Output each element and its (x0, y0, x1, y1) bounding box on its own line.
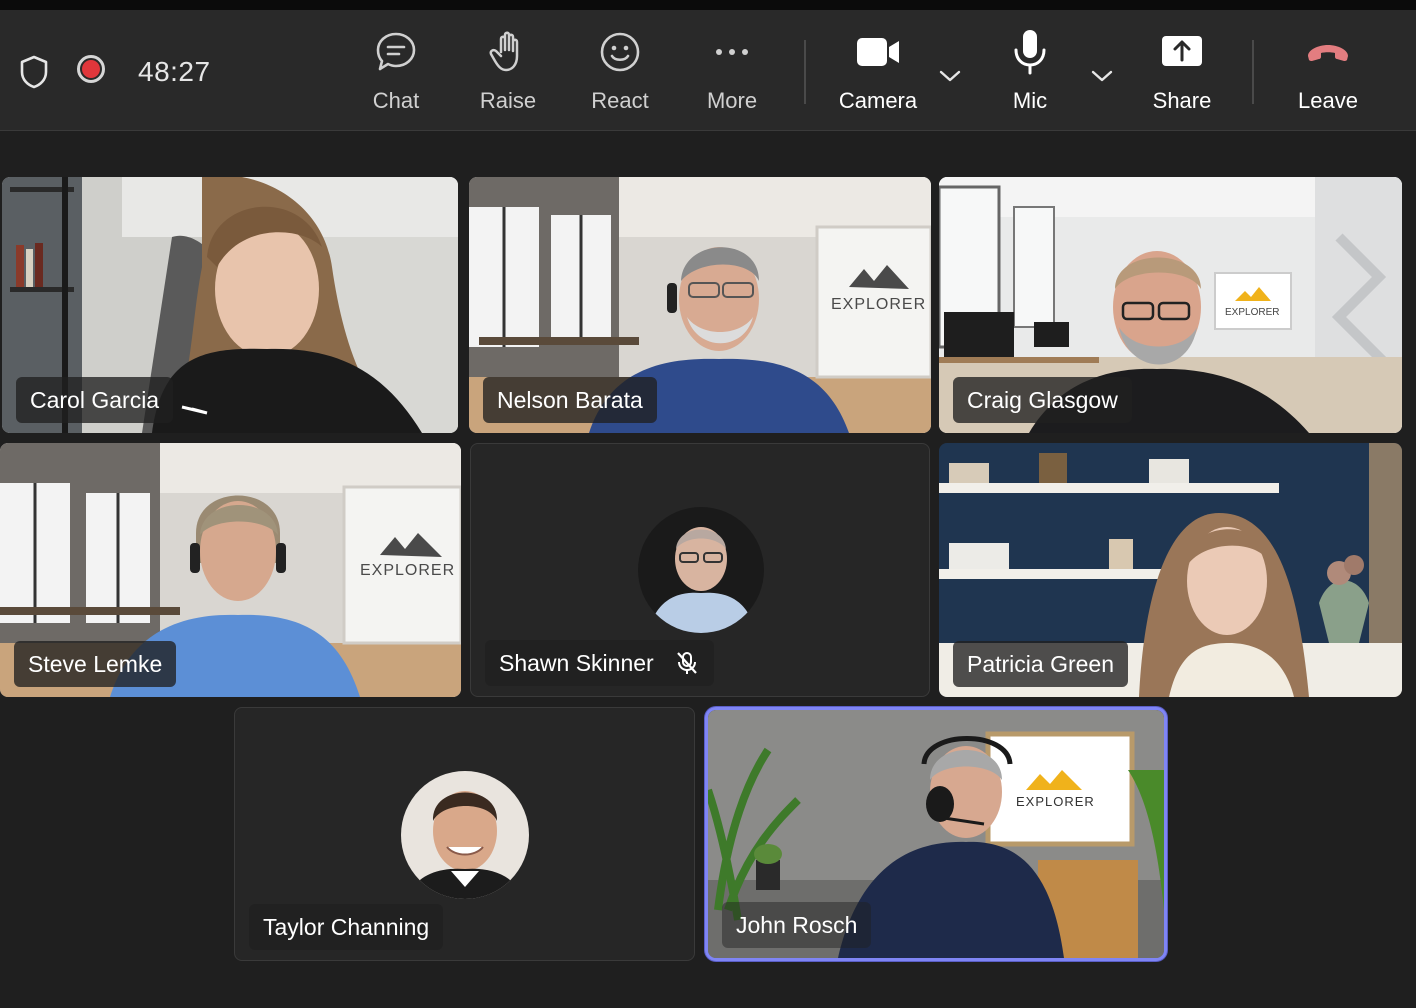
chat-button[interactable]: Chat (346, 28, 446, 124)
raise-hand-button[interactable]: Raise (458, 28, 558, 124)
explorer-logo-text: EXPLORER (831, 296, 926, 313)
more-dots-icon (716, 49, 748, 55)
react-button[interactable]: React (570, 28, 670, 124)
more-button[interactable]: More (682, 28, 782, 124)
participant-tile[interactable]: Carol Garcia (2, 177, 458, 433)
toolbar-divider (1252, 40, 1254, 104)
more-label: More (706, 88, 758, 113)
share-icon (1162, 36, 1202, 66)
leave-button[interactable]: Leave (1278, 28, 1378, 124)
react-label: React (591, 88, 649, 113)
toolbar-divider (804, 40, 806, 104)
window-top-strip (0, 0, 1416, 10)
mic-button[interactable]: Mic (980, 28, 1080, 124)
participant-tile[interactable]: EXPLORER Nelson Barata (469, 177, 931, 433)
mic-options-chevron-down-icon[interactable] (1087, 64, 1117, 88)
participant-name-tag: Shawn Skinner (485, 640, 714, 686)
participant-name-tag: Carol Garcia (16, 377, 174, 423)
camera-label: Camera (838, 88, 918, 113)
raise-hand-icon (489, 31, 519, 72)
explorer-logo-text: EXPLORER (1016, 794, 1095, 809)
participant-tile[interactable]: Patricia Green (939, 443, 1402, 697)
participant-name-tag: Nelson Barata (483, 377, 657, 423)
participant-name-tag: Craig Glasgow (953, 377, 1132, 423)
camera-button[interactable]: Camera (828, 28, 928, 124)
participant-tile-active-speaker[interactable]: EXPLORER John Rosch (708, 710, 1164, 958)
participant-tile[interactable]: EXPLORER Craig Glasgow (939, 177, 1402, 433)
mic-label: Mic (1012, 88, 1048, 113)
mic-icon (1014, 30, 1046, 75)
participant-name-tag: John Rosch (722, 902, 872, 948)
leave-phone-icon (1308, 45, 1348, 61)
chat-icon (376, 32, 416, 71)
participant-name: Shawn Skinner (499, 649, 654, 676)
participant-name: Nelson Barata (497, 386, 643, 413)
mic-muted-icon (676, 652, 697, 674)
explorer-logo-text: EXPLORER (360, 562, 455, 579)
participant-tile[interactable]: EXPLORER Steve Lemke (0, 443, 461, 697)
participant-name: Craig Glasgow (967, 386, 1118, 413)
chat-label: Chat (372, 88, 420, 113)
participant-tile[interactable]: Taylor Channing (234, 707, 695, 961)
participant-name: Patricia Green (967, 650, 1115, 677)
shield-icon[interactable] (18, 54, 50, 90)
participant-name: John Rosch (736, 911, 858, 938)
participant-name-tag: Taylor Channing (249, 904, 444, 950)
meeting-toolbar: 48:27 Chat Raise React More Camera Mic S… (0, 10, 1416, 131)
recording-indicator-icon (77, 55, 105, 83)
camera-icon (857, 38, 899, 66)
participant-tile[interactable]: Shawn Skinner (470, 443, 930, 697)
react-smile-icon (600, 32, 640, 72)
participant-avatar (638, 507, 764, 633)
share-button[interactable]: Share (1132, 28, 1232, 124)
raise-label: Raise (479, 88, 537, 113)
explorer-logo-text: EXPLORER (1225, 307, 1279, 318)
leave-label: Leave (1298, 88, 1358, 113)
participant-avatar (401, 771, 529, 899)
meeting-timer: 48:27 (138, 56, 211, 87)
participant-name: Carol Garcia (30, 386, 160, 413)
share-label: Share (1152, 88, 1212, 113)
participant-name: Steve Lemke (28, 650, 163, 677)
camera-options-chevron-down-icon[interactable] (935, 64, 965, 88)
participant-name-tag: Patricia Green (953, 641, 1129, 687)
participant-name-tag: Steve Lemke (14, 641, 177, 687)
participant-name: Taylor Channing (263, 913, 430, 940)
